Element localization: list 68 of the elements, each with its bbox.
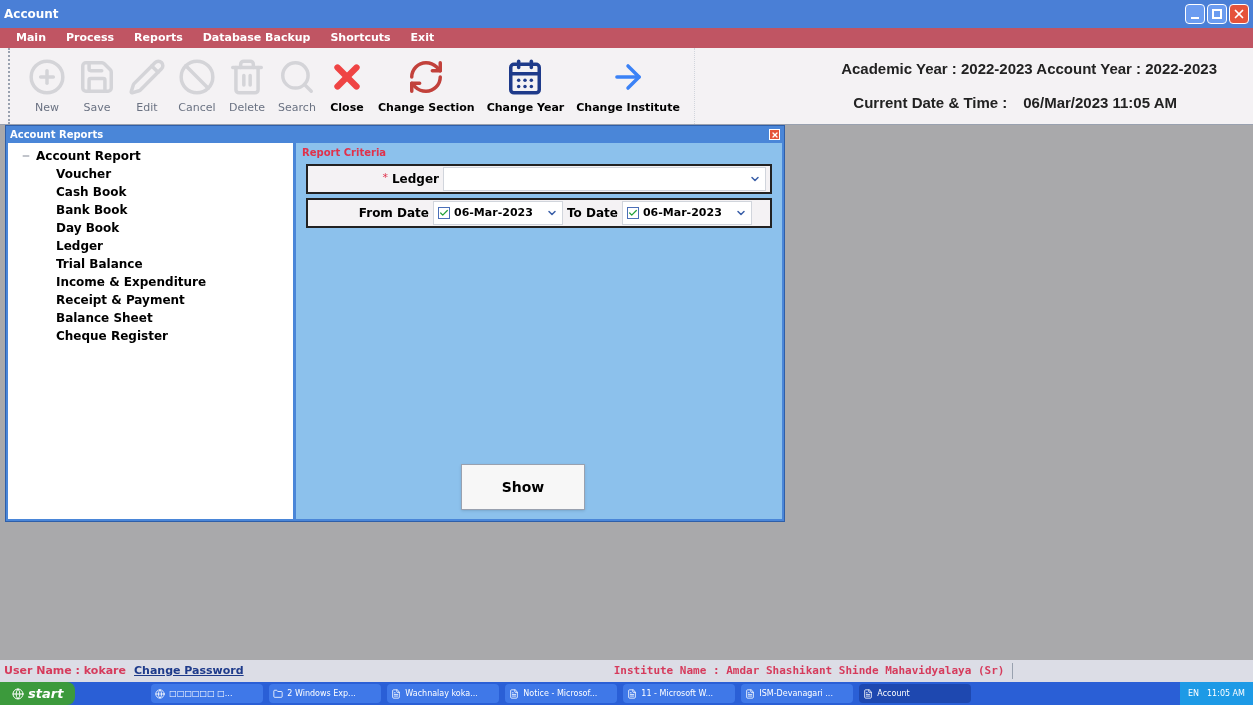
menu-item[interactable]: Database Backup	[202, 29, 311, 47]
required-mark: *	[382, 170, 388, 186]
language-indicator: EN	[1187, 687, 1199, 700]
trash-icon	[228, 57, 266, 96]
clock: 11:05 AM	[1207, 687, 1245, 700]
globe-icon	[12, 687, 24, 700]
show-button[interactable]: Show	[461, 464, 585, 510]
cancel-icon	[178, 57, 216, 96]
date-time: 06/Mar/2023 11:05 AM	[1023, 93, 1177, 113]
toolbar-button[interactable]: Change Year	[480, 48, 571, 124]
checkbox[interactable]	[438, 207, 450, 219]
tree-item[interactable]: Trial Balance	[56, 255, 143, 273]
document-icon	[391, 688, 402, 699]
plus-circle-icon	[28, 57, 66, 96]
menu-item[interactable]: Main	[16, 29, 46, 47]
document-icon	[509, 688, 520, 699]
menu-item[interactable]: Process	[66, 29, 115, 47]
tree-item[interactable]: Voucher	[56, 165, 112, 183]
tree-item[interactable]: Bank Book	[56, 201, 128, 219]
tree-item[interactable]: Day Book	[56, 219, 120, 237]
date-value: 06-Mar-2023	[642, 204, 723, 221]
globe-icon	[155, 688, 166, 699]
pencil-icon	[128, 57, 166, 96]
document-icon	[863, 688, 874, 699]
child-window-title: Account Reports	[10, 128, 104, 142]
user-name: User Name : kokare	[4, 662, 126, 679]
taskbar-button[interactable]: Account	[859, 684, 972, 703]
date-value: 06-Mar-2023	[454, 204, 534, 221]
date-label: Current Date & Time :	[853, 93, 1008, 113]
tree-item[interactable]: Income & Expenditure	[56, 273, 207, 291]
window-title: Account	[4, 6, 59, 23]
taskbar-button[interactable]: 2 Windows Exp...	[269, 684, 382, 703]
document-icon	[627, 688, 638, 699]
tree-item[interactable]: Cheque Register	[56, 327, 168, 345]
start-button[interactable]: start	[0, 682, 76, 705]
minimize-button[interactable]	[1185, 4, 1205, 24]
date-picker[interactable]: 06-Mar-2023	[433, 201, 563, 225]
taskbar-button[interactable]: Notice - Microsof...	[505, 684, 618, 703]
tree-item[interactable]: Balance Sheet	[56, 309, 153, 327]
checkbox[interactable]	[626, 207, 639, 219]
folder-icon	[273, 688, 284, 699]
tree-item[interactable]: Cash Book	[56, 183, 127, 201]
child-close-button[interactable]	[769, 129, 780, 140]
taskbar-button[interactable]: ISM-Devanagari ...	[741, 684, 854, 703]
toolbar-button[interactable]: Change Section	[372, 48, 481, 124]
taskbar-button[interactable]: □□□□□□ □...	[151, 684, 264, 703]
taskbar-button[interactable]: Wachnalay koka...	[387, 684, 500, 703]
field-label: To Date	[566, 205, 619, 222]
change-password-link[interactable]: Change Password	[134, 662, 244, 680]
field-label: From Date	[358, 205, 429, 222]
menu-item[interactable]: Reports	[134, 29, 183, 47]
group-title: Report Criteria	[302, 146, 388, 160]
tree-item[interactable]: Ledger	[56, 237, 104, 255]
toolbar-button[interactable]: Change Institute	[570, 48, 686, 124]
date-picker[interactable]: 06-Mar-2023	[621, 201, 752, 225]
toolbar-button[interactable]: Close	[322, 48, 372, 124]
institute-name: Institute Name : Amdar Shashikant Shinde Mahavidyalaya (Sr)	[613, 662, 1014, 680]
menu-item[interactable]: Shortcuts	[330, 29, 391, 47]
document-icon	[745, 688, 756, 699]
field-label: Ledger	[391, 171, 439, 188]
taskbar-button[interactable]: 11 - Microsoft W...	[623, 684, 736, 703]
tree-item[interactable]: Receipt & Payment	[56, 291, 185, 309]
maximize-button[interactable]	[1207, 4, 1227, 24]
tree-item[interactable]: Account Report	[36, 147, 141, 165]
year-info: Academic Year : 2022-2023 Account Year : 2022-2023	[841, 58, 1217, 79]
menu-item[interactable]: Exit	[410, 29, 435, 47]
close-button[interactable]	[1229, 4, 1249, 24]
close-icon	[1232, 7, 1246, 21]
